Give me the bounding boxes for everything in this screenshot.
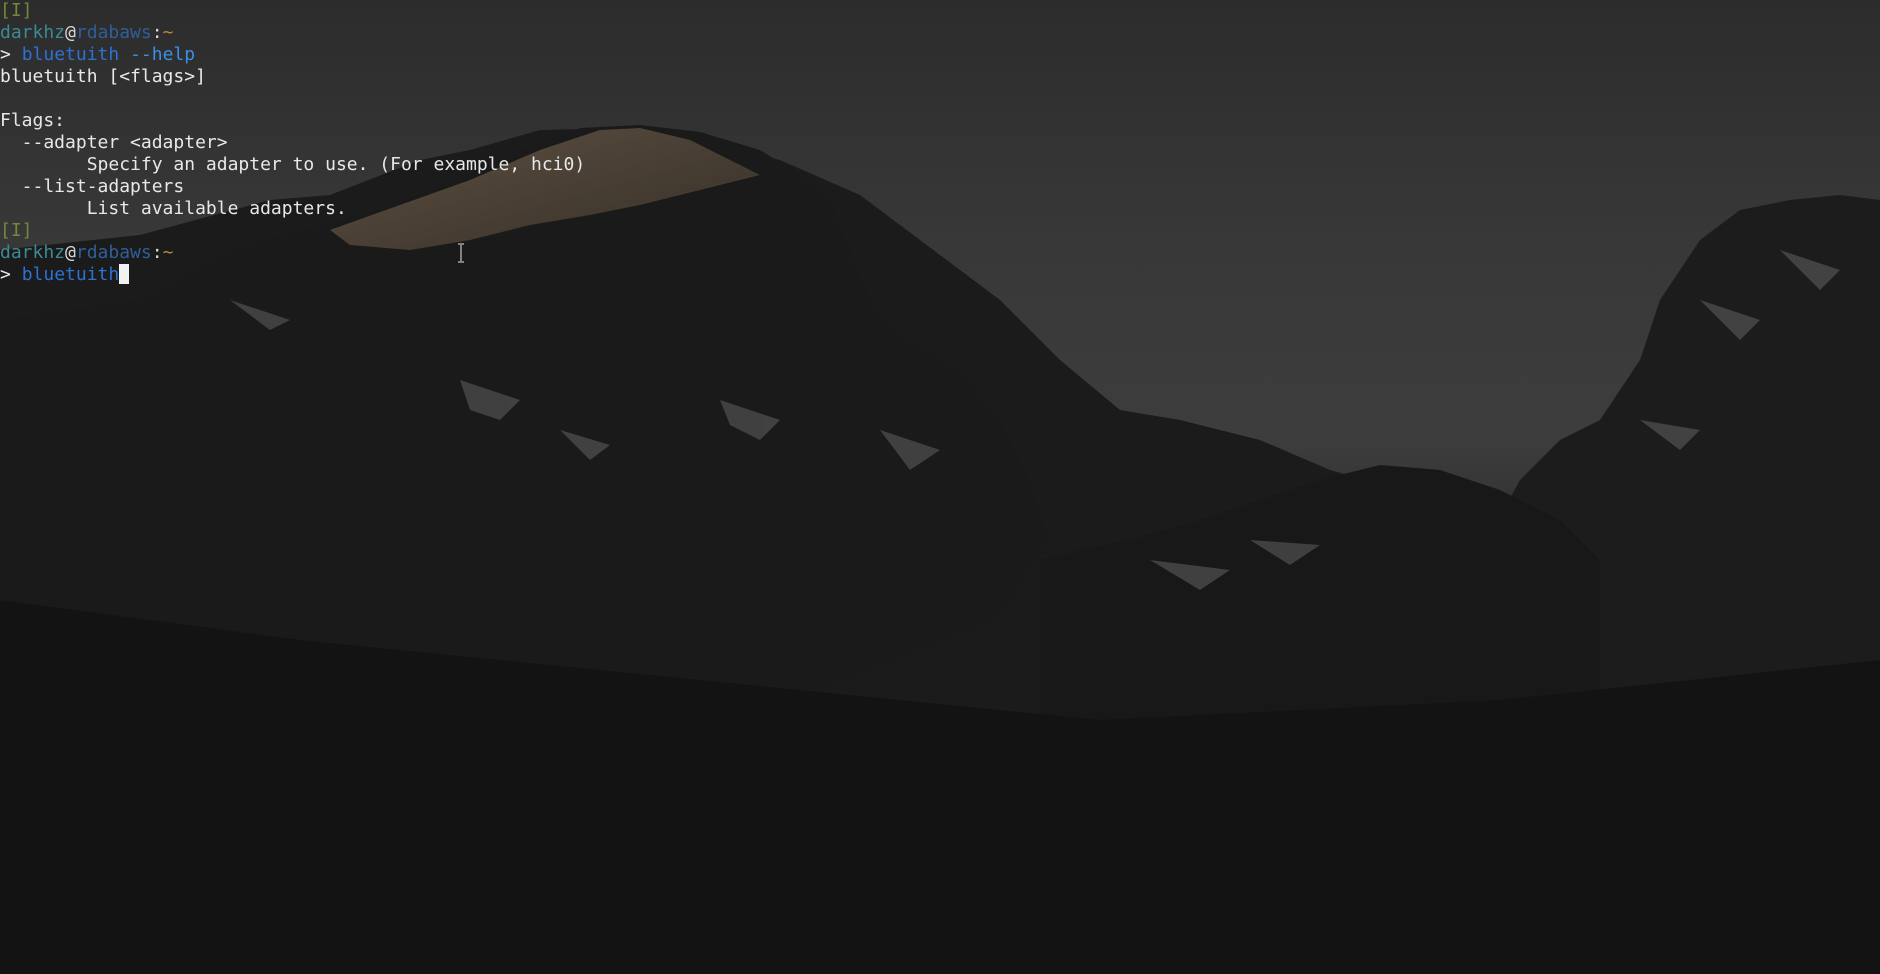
prompt-context-line: darkhz@rdabaws:~ (0, 242, 1880, 264)
vi-mode-indicator: [I] (0, 0, 33, 21)
output-flag-list-adapters-desc: List available adapters. (0, 198, 347, 219)
output-flags-header: Flags: (0, 110, 66, 131)
prompt-host: rdabaws (75, 22, 152, 43)
prompt-user: darkhz (0, 242, 66, 263)
prompt-colon: : (151, 242, 163, 263)
prompt-directory: ~ (162, 242, 174, 263)
output-flag-list-adapters: --list-adapters (0, 176, 185, 197)
output-flag-adapter: --adapter <adapter> (0, 132, 228, 153)
mode-indicator-line: [I] (0, 220, 1880, 242)
prompt-arrow: > (0, 264, 11, 285)
desktop: [I] darkhz@rdabaws:~ > bluetuith --help … (0, 0, 1880, 974)
output-flag-adapter-desc: Specify an adapter to use. (For example,… (0, 154, 586, 175)
command-line: > bluetuith --help (0, 44, 1880, 66)
mode-indicator-line: [I] (0, 0, 1880, 22)
output-blank-line (0, 88, 1880, 110)
prompt-colon: : (151, 22, 163, 43)
command-input-text[interactable]: bluetuith (22, 264, 120, 285)
prompt-user: darkhz (0, 22, 66, 43)
prompt-host: rdabaws (75, 242, 152, 263)
prompt-at: @ (65, 22, 76, 43)
text-ibeam-cursor-icon (458, 243, 464, 263)
command-input-line[interactable]: > bluetuith (0, 264, 1880, 286)
command-name: bluetuith (21, 44, 120, 65)
prompt-context-line: darkhz@rdabaws:~ (0, 22, 1880, 44)
prompt-directory: ~ (162, 22, 174, 43)
output-usage: bluetuith [<flags>] (0, 66, 206, 87)
command-argument: --help (130, 44, 196, 65)
prompt-at: @ (65, 242, 76, 263)
vi-mode-indicator: [I] (0, 220, 33, 241)
terminal-window[interactable]: [I] darkhz@rdabaws:~ > bluetuith --help … (0, 0, 1880, 974)
prompt-arrow: > (0, 44, 11, 65)
text-cursor-block (119, 264, 130, 284)
